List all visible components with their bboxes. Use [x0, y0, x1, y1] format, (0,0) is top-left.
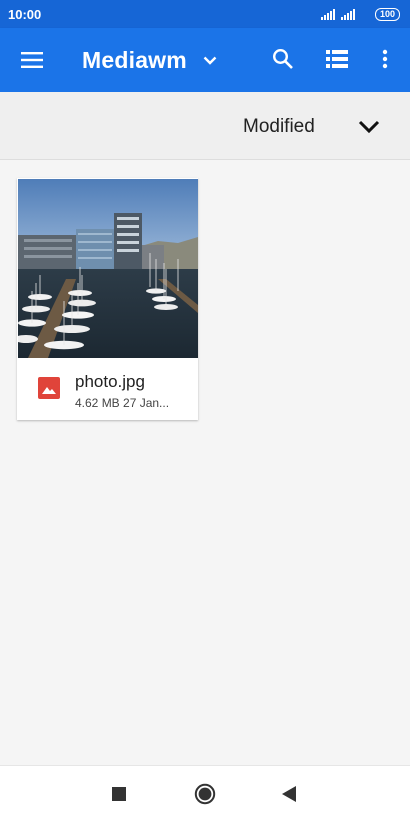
sort-order-toggle[interactable] [352, 110, 386, 144]
more-vert-icon [382, 49, 388, 69]
sort-bar: Modified [0, 92, 410, 160]
folder-title[interactable]: Mediawm [82, 47, 187, 74]
list-view-button[interactable] [318, 40, 356, 78]
back-button[interactable] [274, 780, 304, 808]
search-button[interactable] [264, 40, 302, 78]
photo-thumbnail [18, 179, 198, 358]
chevron-down-icon [358, 120, 380, 134]
battery-icon: 100 [374, 7, 400, 21]
file-grid: photo.jpg 4.62 MB 27 Jan... [0, 160, 410, 764]
status-icons: 100 [320, 7, 402, 21]
file-card[interactable]: photo.jpg 4.62 MB 27 Jan... [17, 178, 198, 420]
sort-label[interactable]: Modified [243, 116, 315, 138]
system-nav-bar [0, 765, 410, 821]
recents-button[interactable] [104, 780, 134, 808]
file-name: photo.jpg [75, 372, 145, 391]
recents-square-icon [112, 787, 126, 801]
signal-icon [320, 8, 335, 20]
status-time: 10:00 [8, 6, 42, 22]
folder-dropdown-button[interactable] [194, 44, 226, 76]
menu-icon [21, 52, 43, 68]
home-circle-icon [194, 783, 216, 805]
search-icon [272, 48, 293, 69]
list-view-icon [326, 50, 348, 68]
signal-icon [340, 8, 355, 20]
more-options-button[interactable] [366, 40, 404, 78]
home-button[interactable] [190, 780, 220, 808]
file-meta: 4.62 MB 27 Jan... [75, 396, 170, 410]
back-triangle-icon [282, 786, 296, 802]
chevron-down-icon [203, 56, 217, 65]
app-bar: Mediawm [0, 28, 410, 92]
status-bar: 10:00 100 [0, 0, 410, 28]
menu-button[interactable] [12, 40, 52, 80]
image-file-icon [38, 377, 60, 399]
